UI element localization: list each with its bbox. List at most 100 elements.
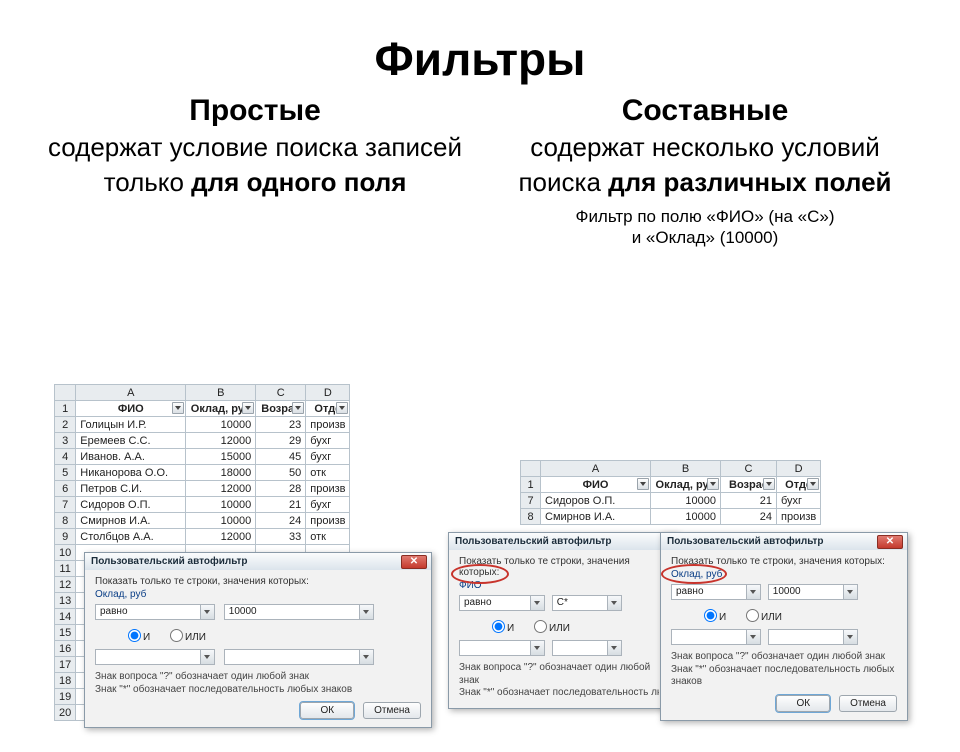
dialog-autofilter-left: Пользовательский автофильтр ✕ Показать т… (84, 552, 432, 728)
chevron-down-icon (200, 650, 214, 664)
table-row: 4Иванов. А.А.1500045бухг (55, 449, 350, 465)
table-row: 5Никанорова О.О.1800050отк (55, 465, 350, 481)
close-icon[interactable]: ✕ (877, 535, 903, 549)
combo-value[interactable]: 10000 (768, 584, 858, 600)
right-desc-bold: для различных полей (608, 167, 891, 197)
chevron-down-icon (359, 605, 373, 619)
combo-operator-value: равно (676, 586, 704, 597)
dialog-instr: Показать только те строки, значения кото… (459, 556, 667, 578)
radio-and[interactable]: И (123, 632, 150, 643)
filter-caption-line2: и «Оклад» (10000) (632, 228, 779, 247)
combo-value-text: 10000 (229, 606, 257, 617)
dialog-hint2: Знак "*" обозначает последовательность л… (95, 684, 421, 697)
slide-title: Фильтры (0, 32, 960, 86)
cancel-button[interactable]: Отмена (363, 702, 421, 719)
filter-dropdown-icon[interactable] (707, 478, 719, 490)
combo-operator[interactable]: равно (671, 584, 761, 600)
combo-operator-2[interactable] (459, 640, 545, 656)
chevron-down-icon (843, 585, 857, 599)
right-desc: содержат несколько условий поиска для ра… (490, 130, 920, 200)
combo-value[interactable]: С* (552, 595, 622, 611)
filter-dropdown-icon[interactable] (336, 402, 348, 414)
combo-operator[interactable]: равно (95, 604, 215, 620)
dialog-hint2: Знак "*" обозначает последовательность л… (671, 664, 897, 689)
combo-value-2[interactable] (768, 629, 858, 645)
combo-value[interactable]: 10000 (224, 604, 374, 620)
combo-value-text: С* (557, 597, 568, 608)
radio-or[interactable]: ИЛИ (741, 612, 782, 623)
table-row: 7Сидоров О.П.1000021бухг (521, 493, 821, 509)
dialog-hint2: Знак "*" обозначает последовательность л… (459, 687, 659, 700)
combo-operator[interactable]: равно (459, 595, 545, 611)
combo-operator-2[interactable] (95, 649, 215, 665)
dialog-instr: Показать только те строки, значения кото… (95, 576, 421, 587)
dialog-field-label: Оклад, руб (95, 589, 421, 600)
dialog-titlebar: Пользовательский автофильтр (449, 533, 677, 550)
dialog-hint: Знак вопроса "?" обозначает один любой з… (671, 651, 897, 689)
radio-and[interactable]: И (487, 623, 514, 634)
right-column: Составные содержат несколько условий пои… (490, 94, 920, 249)
dialog-title: Пользовательский автофильтр (455, 536, 612, 547)
combo-operator-2[interactable] (671, 629, 761, 645)
chevron-down-icon (607, 596, 621, 610)
filter-dropdown-icon[interactable] (172, 402, 184, 414)
table-row: 3Еремеев С.С.1200029бухг (55, 433, 350, 449)
table-row: 6Петров С.И.1200028произв (55, 481, 350, 497)
table-row: 9Столбцов А.А.1200033отк (55, 529, 350, 545)
dialog-titlebar: Пользовательский автофильтр ✕ (661, 533, 907, 550)
left-column: Простые содержат условие поиска записей … (40, 94, 470, 249)
dialog-autofilter-oklad: Пользовательский автофильтр ✕ Показать т… (660, 532, 908, 721)
chevron-down-icon (746, 585, 760, 599)
radio-and[interactable]: И (699, 612, 726, 623)
close-icon[interactable]: ✕ (401, 555, 427, 569)
combo-value-text: 10000 (773, 586, 801, 597)
dialog-field-label: ФИО (459, 580, 667, 591)
dialog-titlebar: Пользовательский автофильтр ✕ (85, 553, 431, 570)
grid-compound: ABCD1ФИООклад, рубВозрасОтде7Сидоров О.П… (520, 460, 821, 525)
table-row: 8Смирнов И.А.1000024произв (521, 509, 821, 525)
table-row: 2Голицын И.Р.1000023произв (55, 417, 350, 433)
combo-value-2[interactable] (552, 640, 622, 656)
dialog-hint: Знак вопроса "?" обозначает один любой з… (95, 671, 421, 696)
table-row: 8Смирнов И.А.1000024произв (55, 513, 350, 529)
dialog-hint: Знак вопроса "?" обозначает один любой з… (459, 662, 667, 700)
right-heading: Составные (490, 94, 920, 128)
radio-group-logic: И ИЛИ (699, 606, 897, 623)
cancel-button[interactable]: Отмена (839, 695, 897, 712)
chevron-down-icon (359, 650, 373, 664)
radio-group-logic: И ИЛИ (123, 626, 421, 643)
chevron-down-icon (530, 641, 544, 655)
combo-operator-value: равно (100, 606, 128, 617)
dialog-instr: Показать только те строки, значения кото… (671, 556, 897, 567)
ok-button[interactable]: ОК (776, 695, 830, 712)
filter-dropdown-icon[interactable] (292, 402, 304, 414)
radio-or[interactable]: ИЛИ (529, 623, 570, 634)
radio-or-label: ИЛИ (549, 623, 570, 634)
left-desc: содержат условие поиска записей только д… (40, 130, 470, 200)
radio-and-label: И (507, 623, 514, 634)
dialog-title: Пользовательский автофильтр (91, 556, 248, 567)
dialog-field-label: Оклад, руб (671, 569, 897, 580)
chevron-down-icon (843, 630, 857, 644)
filter-caption-line1: Фильтр по полю «ФИО» (на «С») (576, 207, 835, 226)
radio-or[interactable]: ИЛИ (165, 632, 206, 643)
filter-dropdown-icon[interactable] (637, 478, 649, 490)
left-heading: Простые (40, 94, 470, 128)
dialog-autofilter-fio: Пользовательский автофильтр Показать тол… (448, 532, 678, 709)
filter-dropdown-icon[interactable] (807, 478, 819, 490)
ok-button[interactable]: ОК (300, 702, 354, 719)
right-filter-caption: Фильтр по полю «ФИО» (на «С») и «Оклад» … (490, 206, 920, 249)
dialog-hint1: Знак вопроса "?" обозначает один любой з… (459, 662, 667, 687)
dialog-title: Пользовательский автофильтр (667, 536, 824, 547)
dialog-hint1: Знак вопроса "?" обозначает один любой з… (95, 671, 421, 684)
filter-dropdown-icon[interactable] (242, 402, 254, 414)
radio-or-label: ИЛИ (761, 612, 782, 623)
radio-and-label: И (719, 612, 726, 623)
dialog-hint1: Знак вопроса "?" обозначает один любой з… (671, 651, 897, 664)
chevron-down-icon (746, 630, 760, 644)
chevron-down-icon (530, 596, 544, 610)
combo-value-2[interactable] (224, 649, 374, 665)
radio-or-label: ИЛИ (185, 632, 206, 643)
filter-dropdown-icon[interactable] (763, 478, 775, 490)
combo-operator-value: равно (464, 597, 492, 608)
